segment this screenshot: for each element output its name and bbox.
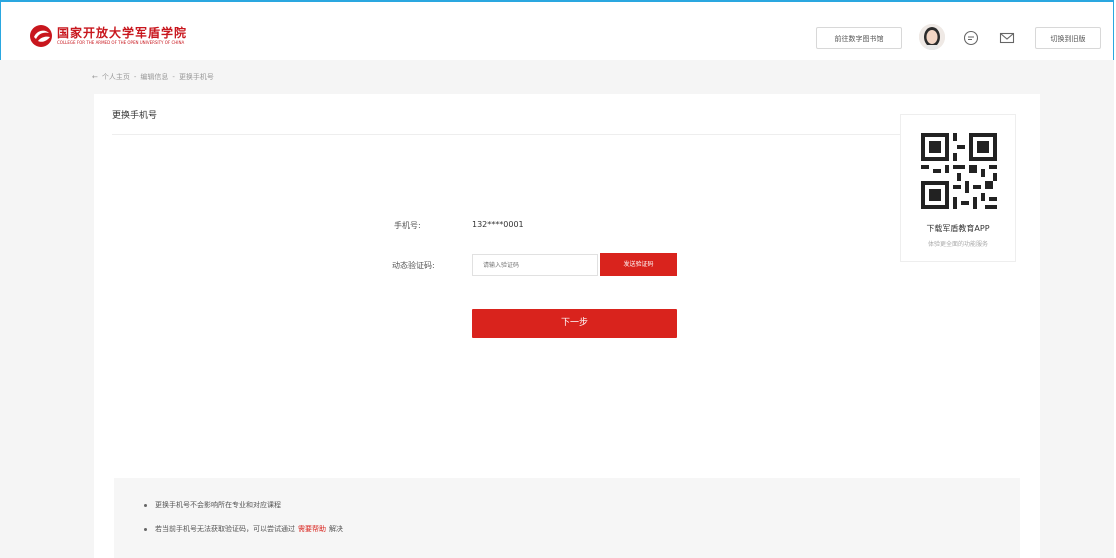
tip-text-suffix: 解决	[329, 525, 343, 533]
tip-text: 更换手机号不会影响所在专业和对应课程	[155, 501, 281, 509]
breadcrumb-item-home[interactable]: 个人主页	[102, 72, 130, 82]
phone-label: 手机号:	[394, 221, 421, 230]
chat-icon[interactable]	[963, 30, 979, 46]
avatar-image-icon	[919, 24, 945, 50]
tip-text: 若当前手机号无法获取验证码，可以尝试通过	[155, 525, 295, 533]
main-area: ← 个人主页 - 编辑信息 - 更换手机号 更换手机号 手机号: 132****…	[0, 60, 1114, 558]
phone-value: 132****0001	[472, 220, 524, 229]
qr-code-icon	[917, 129, 1001, 213]
content-panel: 更换手机号 手机号: 132****0001 动态验证码: 发送验证码 下一步	[94, 94, 1040, 558]
back-arrow-icon[interactable]: ←	[92, 73, 98, 81]
bullet-icon	[144, 527, 147, 531]
send-code-button[interactable]: 发送验证码	[600, 253, 677, 276]
logo-mark-icon	[30, 25, 52, 47]
mail-icon[interactable]	[999, 30, 1015, 46]
logo-subtitle: COLLEGE FOR THE ARMED OF THE OPEN UNIVER…	[57, 40, 185, 45]
bullet-icon	[144, 503, 147, 507]
qr-subtitle: 体验更全面的功能服务	[927, 241, 988, 248]
digital-library-button[interactable]: 前往数字图书馆	[816, 27, 902, 49]
tip-item: 更换手机号不会影响所在专业和对应课程	[144, 500, 281, 510]
breadcrumb-separator: -	[172, 73, 175, 81]
divider	[112, 134, 952, 135]
tips-box: 更换手机号不会影响所在专业和对应课程 若当前手机号无法获取验证码，可以尝试通过 …	[114, 478, 1020, 558]
breadcrumb-item-edit-info[interactable]: 编辑信息	[140, 72, 168, 82]
logo[interactable]: 国家开放大学军盾学院 COLLEGE FOR THE ARMED OF THE …	[29, 24, 187, 48]
next-step-button[interactable]: 下一步	[472, 309, 677, 338]
verification-code-input[interactable]	[472, 254, 598, 276]
breadcrumb: ← 个人主页 - 编辑信息 - 更换手机号	[92, 72, 218, 82]
app-download-card: 下载军盾教育APP 体验更全面的功能服务	[900, 114, 1016, 262]
avatar[interactable]	[919, 24, 945, 50]
breadcrumb-separator: -	[133, 73, 137, 81]
top-navigation-bar: 国家开放大学军盾学院 COLLEGE FOR THE ARMED OF THE …	[1, 2, 1113, 61]
breadcrumb-item-current: 更换手机号	[178, 73, 214, 81]
help-link[interactable]: 需要帮助	[298, 524, 326, 534]
logo-title: 国家开放大学军盾学院	[57, 26, 188, 40]
page-title: 更换手机号	[112, 111, 158, 121]
switch-old-version-button[interactable]: 切换到旧版	[1035, 27, 1101, 49]
verification-code-label: 动态验证码:	[392, 261, 435, 270]
tip-item: 若当前手机号无法获取验证码，可以尝试通过 需要帮助 解决	[144, 524, 343, 534]
qr-title: 下载军盾教育APP	[926, 224, 990, 233]
